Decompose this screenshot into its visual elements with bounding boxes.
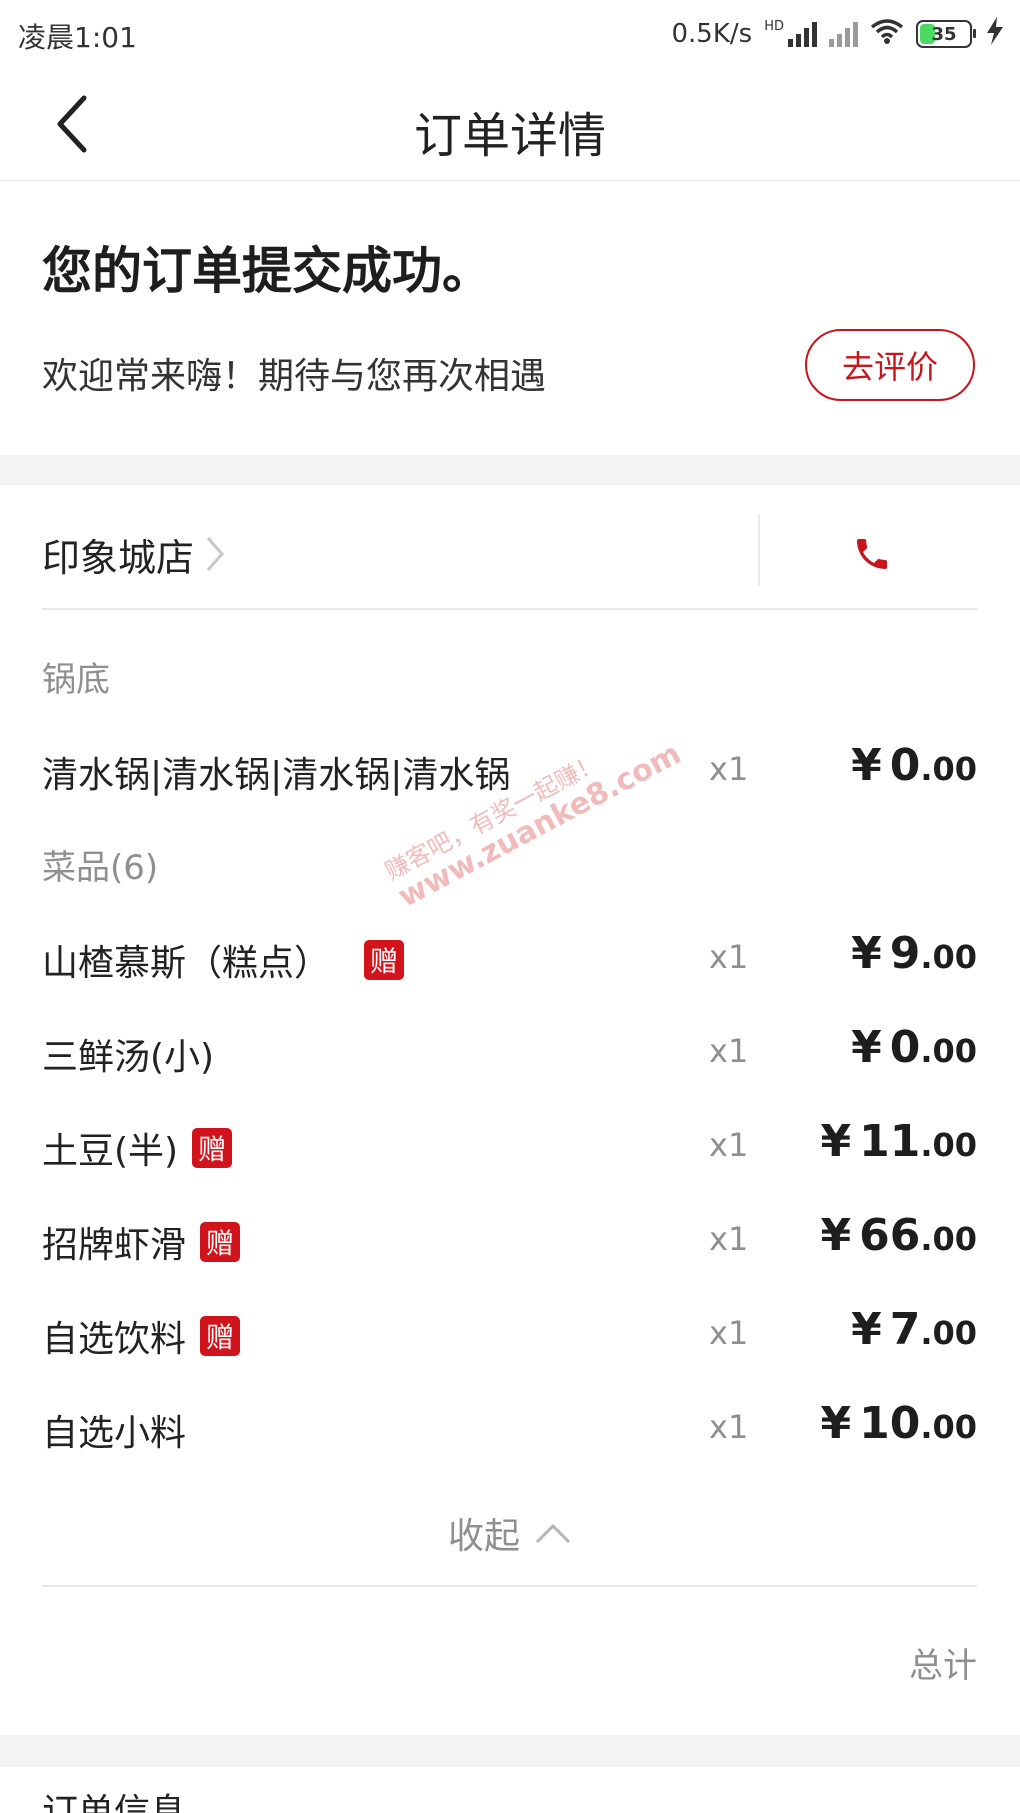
store-row: 印象城店 [42,500,977,610]
item-price: ¥9.00 [851,928,977,979]
collapse-label: 收起 [447,1516,520,1557]
currency-symbol: ¥ [851,740,882,791]
price-integer: 66 [859,1210,921,1261]
chevron-right-icon [206,537,225,571]
item-name: 清水锅|清水锅|清水锅|清水锅 [42,755,511,796]
currency-symbol: ¥ [851,928,882,979]
gift-badge: 赠 [364,940,405,980]
price-decimal: .00 [920,750,977,788]
currency-symbol: ¥ [820,1398,852,1449]
item-price: ¥7.00 [851,1304,977,1355]
item-name-wrap: 自选饮料 赠 [42,1310,241,1362]
battery-level: 35 [931,23,957,45]
list-item: 土豆(半) 赠 x1 ¥11.00 [42,1116,977,1176]
store-name: 印象城店 [42,535,195,580]
list-item: 三鲜汤(小) x1 ¥0.00 [42,1022,977,1082]
item-price: ¥10.00 [820,1398,977,1449]
item-name-wrap: 自选小料 [42,1404,186,1456]
item-name-wrap: 招牌虾滑 赠 [42,1216,241,1268]
collapse-toggle[interactable]: 收起 [0,1505,1020,1561]
charging-icon [984,16,1006,53]
item-name: 自选饮料 [42,1319,187,1360]
order-success-card: 您的订单提交成功。 欢迎常来嗨！期待与您再次相遇 去评价 [0,181,1020,455]
wifi-icon [870,17,904,52]
page-title: 订单详情 [413,108,606,164]
item-price: ¥0.00 [851,1022,977,1073]
item-qty: x1 [709,1220,749,1258]
order-detail-page: 凌晨1:01 0.5K/s HD 35 订单详情 您的订单提交成功。 欢迎常来嗨… [0,0,1020,1813]
price-integer: 10 [859,1398,921,1449]
item-qty: x1 [709,1032,749,1070]
item-qty: x1 [709,1126,749,1164]
total-label: 总计 [909,1646,977,1686]
item-name: 三鲜汤(小) [42,1037,215,1078]
signal-icon [788,21,817,47]
network-type: HD [764,19,784,34]
list-item: 山楂慕斯（糕点） 赠 x1 ¥9.00 [42,928,977,988]
price-decimal: .00 [920,1220,977,1258]
list-item: 招牌虾滑 赠 x1 ¥66.00 [42,1210,977,1270]
price-integer: 0 [889,740,921,791]
store-link[interactable]: 印象城店 [42,526,226,582]
price-decimal: .00 [920,1314,977,1352]
price-integer: 9 [889,928,921,979]
item-price: ¥0.00 [851,740,977,791]
gift-badge: 赠 [200,1222,241,1262]
item-name-wrap: 土豆(半) 赠 [42,1122,233,1174]
price-decimal: .00 [920,1408,977,1446]
item-qty: x1 [709,1408,749,1446]
item-price: ¥66.00 [820,1210,977,1261]
phone-icon [857,539,887,569]
success-subtitle: 欢迎常来嗨！期待与您再次相遇 [42,356,547,397]
item-name-wrap: 山楂慕斯（糕点） 赠 [42,934,405,986]
item-qty: x1 [709,1314,749,1352]
item-name: 山楂慕斯（糕点） [42,943,331,984]
section-label-pot: 锅底 [42,660,110,700]
item-name-wrap: 清水锅|清水锅|清水锅|清水锅 [42,746,510,798]
section-label-dishes: 菜品(6) [42,848,159,888]
nav-header: 订单详情 [0,70,1020,181]
price-decimal: .00 [920,1032,977,1070]
item-name: 自选小料 [42,1413,187,1454]
divider [42,1585,977,1587]
signal-secondary-icon [829,21,858,47]
review-button[interactable]: 去评价 [805,329,975,401]
gift-badge: 赠 [200,1316,241,1356]
gift-badge: 赠 [192,1128,233,1168]
item-name: 土豆(半) [42,1131,179,1172]
item-price: ¥11.00 [820,1116,977,1167]
section-separator [0,1735,1020,1767]
battery-icon: 35 [916,20,976,48]
price-integer: 11 [859,1116,921,1167]
price-decimal: .00 [920,1126,977,1164]
item-name-wrap: 三鲜汤(小) [42,1028,214,1080]
order-info-heading: 订单信息 [42,1792,187,1813]
success-title: 您的订单提交成功。 [42,242,492,300]
currency-symbol: ¥ [851,1022,882,1073]
item-qty: x1 [709,750,749,788]
currency-symbol: ¥ [851,1304,882,1355]
item-name: 招牌虾滑 [42,1225,187,1266]
section-separator [0,455,1020,485]
hd-signal-icon: HD [764,19,817,47]
price-integer: 7 [889,1304,921,1355]
status-time: 凌晨1:01 [18,21,137,54]
price-decimal: .00 [920,938,977,976]
status-bar: 凌晨1:01 0.5K/s HD 35 [0,0,1020,70]
currency-symbol: ¥ [820,1116,852,1167]
item-qty: x1 [709,938,749,976]
network-speed: 0.5K/s [671,19,753,49]
list-item: 自选饮料 赠 x1 ¥7.00 [42,1304,977,1364]
list-item: 自选小料 x1 ¥10.00 [42,1398,977,1458]
store-divider [758,514,760,586]
call-store-button[interactable] [842,526,902,582]
chevron-up-icon [535,1523,571,1544]
currency-symbol: ¥ [820,1210,852,1261]
price-integer: 0 [889,1022,921,1073]
status-icons: 0.5K/s HD 35 [671,14,1006,54]
